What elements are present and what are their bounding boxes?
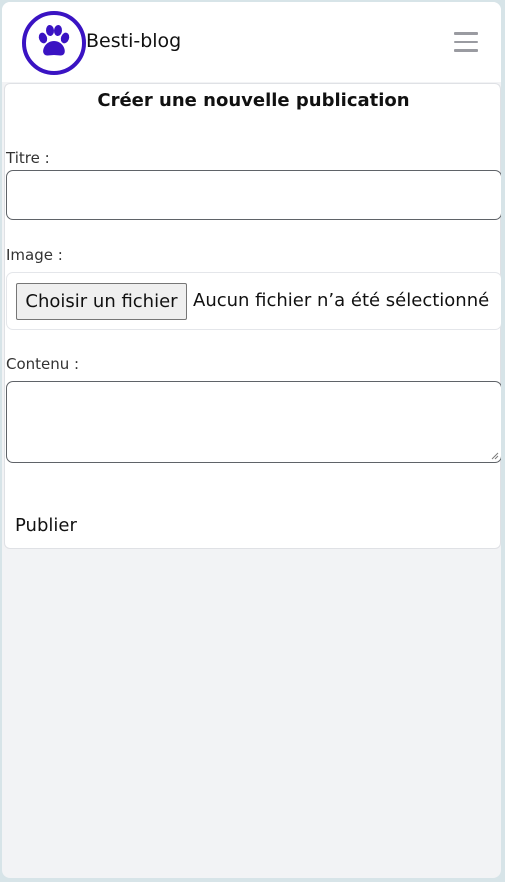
title-input[interactable]	[6, 170, 501, 220]
form-title: Créer une nouvelle publication	[97, 90, 410, 111]
content-textarea[interactable]	[6, 381, 501, 463]
content-label: Contenu :	[6, 355, 80, 373]
menu-bar	[454, 32, 478, 35]
title-label: Titre :	[6, 149, 50, 167]
hamburger-menu-icon[interactable]	[454, 32, 478, 52]
app-window: Besti-blog Créer une nouvelle publicatio…	[2, 2, 501, 878]
publish-button[interactable]: Publier	[15, 515, 77, 536]
menu-bar	[454, 49, 478, 52]
navbar: Besti-blog	[2, 2, 501, 82]
create-post-form: Créer une nouvelle publication Titre : I…	[4, 83, 501, 549]
file-status-text: Aucun fichier n’a été sélectionné	[193, 290, 490, 311]
logo[interactable]	[22, 11, 86, 75]
choose-file-button[interactable]: Choisir un fichier	[16, 283, 187, 320]
menu-bar	[454, 40, 478, 43]
brand-name[interactable]: Besti-blog	[86, 30, 181, 52]
resize-handle-icon[interactable]	[491, 452, 499, 460]
paw-icon	[38, 25, 70, 56]
image-file-picker: Choisir un fichier Aucun fichier n’a été…	[6, 272, 501, 330]
image-label: Image :	[6, 246, 63, 264]
